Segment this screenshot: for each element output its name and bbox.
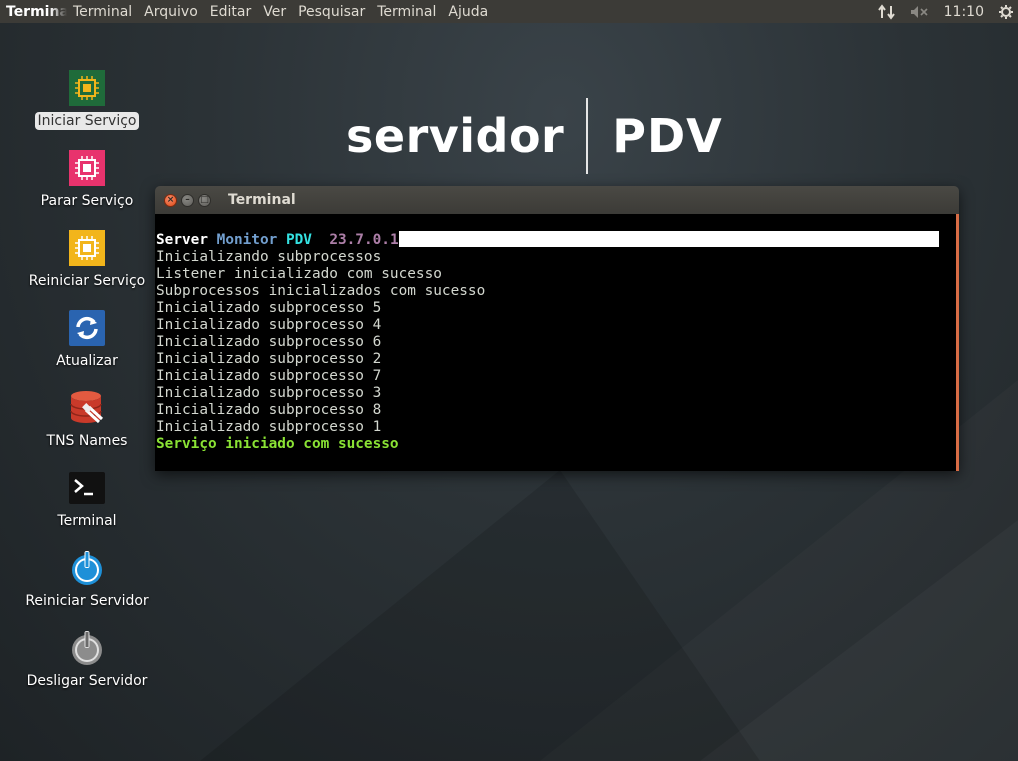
power-gray-icon [72,631,102,665]
active-app-name: Terminal [6,3,67,20]
menu-arquivo[interactable]: Arquivo [138,4,204,20]
desktop-icon-tns-names[interactable]: TNS Names [12,390,162,450]
redacted-block [398,231,939,247]
desktop-icon-reiniciar-servidor[interactable]: Reiniciar Servidor [12,550,162,610]
menu-terminal[interactable]: Terminal [67,4,138,20]
chip-icon [69,70,105,106]
network-icon[interactable] [877,3,896,20]
maximize-icon: □ [200,194,209,205]
desktop-icon-label: Iniciar Serviço [34,112,140,130]
terminal-line: Inicializando subprocessos [156,249,382,265]
power-icon[interactable] [998,4,1014,20]
window-title: Terminal [228,192,296,208]
desktop-icon-reiniciar-servico[interactable]: Reiniciar Serviço [12,230,162,290]
header-pdv: PDV [285,232,312,248]
desktop-icon-label: Desligar Servidor [26,673,148,689]
terminal-success-line: Serviço iniciado com sucesso [156,436,399,452]
terminal-line: Inicializado subprocesso 7 [156,368,382,384]
desktop-icon-label: Terminal [57,513,117,529]
chip-icon [69,150,105,186]
terminal-window[interactable]: × – □ Terminal Server Monitor PDV 23.7.0… [155,186,959,471]
desktop-icon-label: Reiniciar Serviço [28,273,146,289]
power-blue-icon [72,551,102,585]
terminal-line: Inicializado subprocesso 6 [156,334,382,350]
desktop-icon-label: Parar Serviço [40,193,134,209]
logo-divider [586,98,589,174]
desktop-icon-iniciar-servico[interactable]: Iniciar Serviço [12,70,162,130]
terminal-line: Inicializado subprocesso 1 [156,419,382,435]
terminal-icon [69,472,105,504]
header-version: 23.7.0.1 [329,232,399,248]
menu-pesquisar[interactable]: Pesquisar [292,4,371,20]
desktop-icon-atualizar[interactable]: Atualizar [12,310,162,370]
desktop-icon-label: Atualizar [56,353,118,369]
clock[interactable]: 11:10 [944,4,984,20]
refresh-icon [69,310,105,346]
chip-icon [69,230,105,266]
header-monitor: Monitor [216,232,278,248]
desktop-icon-label: Reiniciar Servidor [25,593,149,609]
menu-ajuda[interactable]: Ajuda [442,4,494,20]
volume-muted-icon[interactable] [910,5,930,19]
terminal-output[interactable]: Server Monitor PDV 23.7.0.1 Inicializand… [155,214,959,471]
wallpaper-logo: servidor PDV [346,96,723,176]
terminal-titlebar[interactable]: × – □ Terminal [155,186,959,214]
menu-editar[interactable]: Editar [204,4,257,20]
menu-ver[interactable]: Ver [257,4,292,20]
terminal-header-line: Server Monitor PDV 23.7.0.1 [156,231,956,249]
terminal-line: Inicializado subprocesso 3 [156,385,382,401]
top-panel: Terminal Terminal Arquivo Editar Ver Pes… [0,0,1018,23]
terminal-line: Inicializado subprocesso 2 [156,351,382,367]
minimize-icon: – [185,194,190,205]
terminal-line: Inicializado subprocesso 4 [156,317,382,333]
desktop-icon-label: TNS Names [46,433,128,449]
terminal-line: Listener inicializado com sucesso [156,266,442,282]
maximize-button[interactable]: □ [198,193,211,207]
logo-word-pdv: PDV [612,109,723,163]
terminal-line: Subprocessos inicializados com sucesso [156,283,486,299]
desktop-icon-desligar-servidor[interactable]: Desligar Servidor [12,630,162,690]
menu-terminal-2[interactable]: Terminal [371,4,442,20]
desktop-icon-parar-servico[interactable]: Parar Serviço [12,150,162,210]
minimize-button[interactable]: – [181,193,194,207]
close-button[interactable]: × [164,193,177,207]
database-icon [70,391,104,424]
logo-word-servidor: servidor [346,109,565,163]
terminal-line: Inicializado subprocesso 8 [156,402,382,418]
terminal-line: Inicializado subprocesso 5 [156,300,382,316]
desktop-icon-terminal[interactable]: Terminal [12,470,162,530]
close-icon: × [166,194,175,205]
header-server: Server [156,232,208,248]
